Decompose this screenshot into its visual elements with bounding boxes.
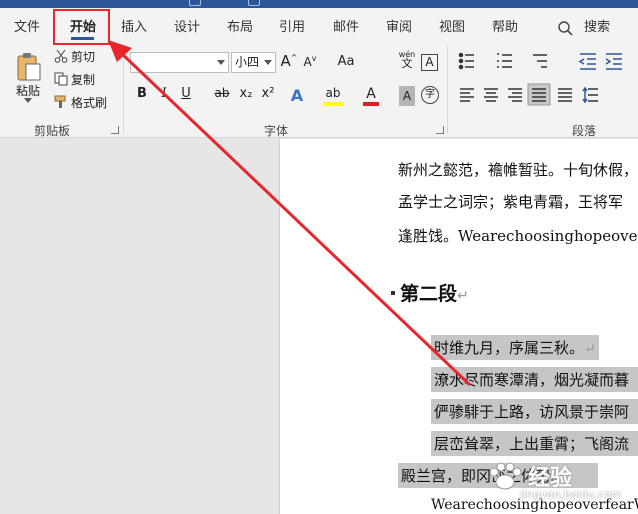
multilevel-list-icon	[533, 54, 547, 68]
format-painter-button[interactable]: 格式刷	[54, 92, 107, 112]
tab-review[interactable]: 审阅	[386, 16, 412, 36]
selected-line: 俨骖騑于上路，访风景于崇阿	[431, 399, 638, 424]
char-shading-button[interactable]: A	[399, 86, 415, 106]
align-left-icon	[460, 88, 474, 102]
paragraph-controls	[458, 52, 622, 106]
format-painter-label: 格式刷	[71, 95, 108, 110]
cut-label: 剪切	[71, 49, 96, 64]
font-size-select[interactable]: 小四	[231, 52, 276, 73]
copy-icon	[54, 72, 68, 86]
grow-font-button[interactable]: A^	[280, 52, 298, 72]
increase-indent-icon	[605, 53, 622, 70]
distributed-icon	[558, 88, 572, 102]
clipboard-group-label: 剪贴板	[34, 124, 71, 138]
selected-line: 层峦耸翠，上出重霄；飞阁流	[431, 431, 638, 456]
body-line: 孟学士之词宗；紫电青霜，王将军	[398, 193, 624, 211]
paste-dropdown-icon[interactable]	[24, 98, 32, 104]
highlight-icon: ab	[325, 86, 341, 100]
search-icon[interactable]	[557, 20, 573, 36]
italic-button[interactable]: I	[156, 86, 172, 106]
font-name-select[interactable]	[130, 52, 229, 73]
char-shading-icon: A	[402, 89, 412, 103]
copy-button[interactable]: 复制	[54, 69, 95, 89]
change-case-icon: Aa	[337, 54, 355, 69]
subscript-button[interactable]: x₂	[237, 86, 255, 106]
clipboard-launcher-icon[interactable]	[111, 126, 119, 134]
decrease-indent-icon	[578, 53, 596, 70]
char-border-icon: A	[425, 55, 434, 69]
enclose-char-icon: 字	[425, 89, 435, 100]
tab-design[interactable]: 设计	[174, 16, 200, 36]
bullets-icon	[458, 52, 474, 70]
tab-insert[interactable]: 插入	[121, 16, 147, 36]
body-line: 逢胜饯。Wearechoosinghopeoverfea	[398, 227, 638, 245]
baidu-paw-icon	[489, 462, 522, 490]
font-color-icon: A	[366, 86, 376, 102]
text-effects-button[interactable]: A	[288, 86, 306, 106]
align-center-icon	[484, 88, 498, 102]
ribbon: 粘贴 剪切 复制 格式刷 剪贴板 小四 A^ Av Aa wén 文 A B I…	[0, 42, 638, 138]
numbering-icon	[497, 53, 512, 68]
strikethrough-button[interactable]: ab	[213, 86, 231, 106]
bold-icon: B	[137, 86, 147, 101]
scissors-icon	[54, 49, 68, 63]
bold-button[interactable]: B	[134, 86, 150, 106]
tab-view[interactable]: 视图	[439, 16, 465, 36]
annotation-highlight-box	[53, 9, 110, 45]
grow-font-icon: A	[280, 52, 291, 70]
title-bar	[0, 0, 638, 8]
enclose-char-button[interactable]: 字	[421, 86, 439, 104]
selected-line: 时维九月，序属三秋。↵	[431, 335, 599, 360]
shrink-font-button[interactable]: Av	[301, 54, 319, 74]
save-icon[interactable]	[189, 0, 201, 6]
tab-mailings[interactable]: 邮件	[333, 16, 359, 36]
group-divider	[123, 46, 124, 134]
clipped-line: ▁▁▁▁▁▁▁▁▁▁▁▁▁▁▁▁▁▁▁▁▁▁	[398, 141, 638, 145]
watermark-url: jingyan.baidu.com	[520, 488, 622, 501]
copy-label: 复制	[71, 72, 96, 87]
tab-references[interactable]: 引用	[279, 16, 305, 36]
chevron-down-icon	[217, 60, 225, 65]
cut-button[interactable]: 剪切	[54, 46, 95, 66]
tab-layout[interactable]: 布局	[227, 16, 253, 36]
watermark: 经验 jingyan.baidu.com	[472, 456, 628, 514]
underline-button[interactable]: U	[178, 86, 194, 106]
format-painter-icon	[54, 95, 66, 108]
tab-file[interactable]: 文件	[14, 16, 40, 36]
italic-icon: I	[161, 86, 167, 101]
line-spacing-icon	[582, 86, 598, 104]
redo-icon[interactable]	[248, 0, 260, 6]
strikethrough-icon: ab	[214, 86, 230, 100]
font-group-label: 字体	[264, 124, 289, 138]
superscript-icon: x²	[261, 86, 275, 101]
highlight-button[interactable]: ab	[323, 86, 343, 106]
shrink-font-icon: A	[303, 55, 312, 69]
subscript-icon: x₂	[239, 86, 253, 101]
paste-label: 粘贴	[15, 83, 40, 98]
heading-bullet	[391, 291, 395, 295]
change-case-button[interactable]: Aa	[331, 54, 361, 74]
font-launcher-icon[interactable]	[436, 126, 444, 134]
chevron-down-icon	[264, 60, 272, 65]
align-right-icon	[508, 88, 522, 102]
superscript-button[interactable]: x²	[259, 86, 277, 106]
underline-icon: U	[181, 86, 191, 101]
phonetic-guide-button[interactable]: wén 文	[398, 50, 416, 70]
section-heading: 第二段↵	[400, 283, 469, 305]
paste-icon	[17, 52, 41, 80]
document-canvas	[0, 139, 279, 514]
text-effects-icon: A	[290, 86, 304, 105]
font-size-value: 小四	[235, 55, 260, 69]
body-line: 新州之懿范，襜帷暂驻。十旬休假，	[398, 161, 638, 179]
font-color-button[interactable]: A	[363, 86, 379, 106]
paste-button[interactable]: 粘贴	[8, 46, 48, 104]
char-border-button[interactable]: A	[421, 54, 438, 71]
paragraph-group-label: 段落	[572, 124, 597, 138]
search-label[interactable]: 搜索	[584, 16, 610, 36]
tab-help[interactable]: 帮助	[492, 16, 518, 36]
selected-line: 潦水尽而寒潭清，烟光凝而暮	[431, 367, 638, 392]
group-divider	[447, 46, 448, 134]
